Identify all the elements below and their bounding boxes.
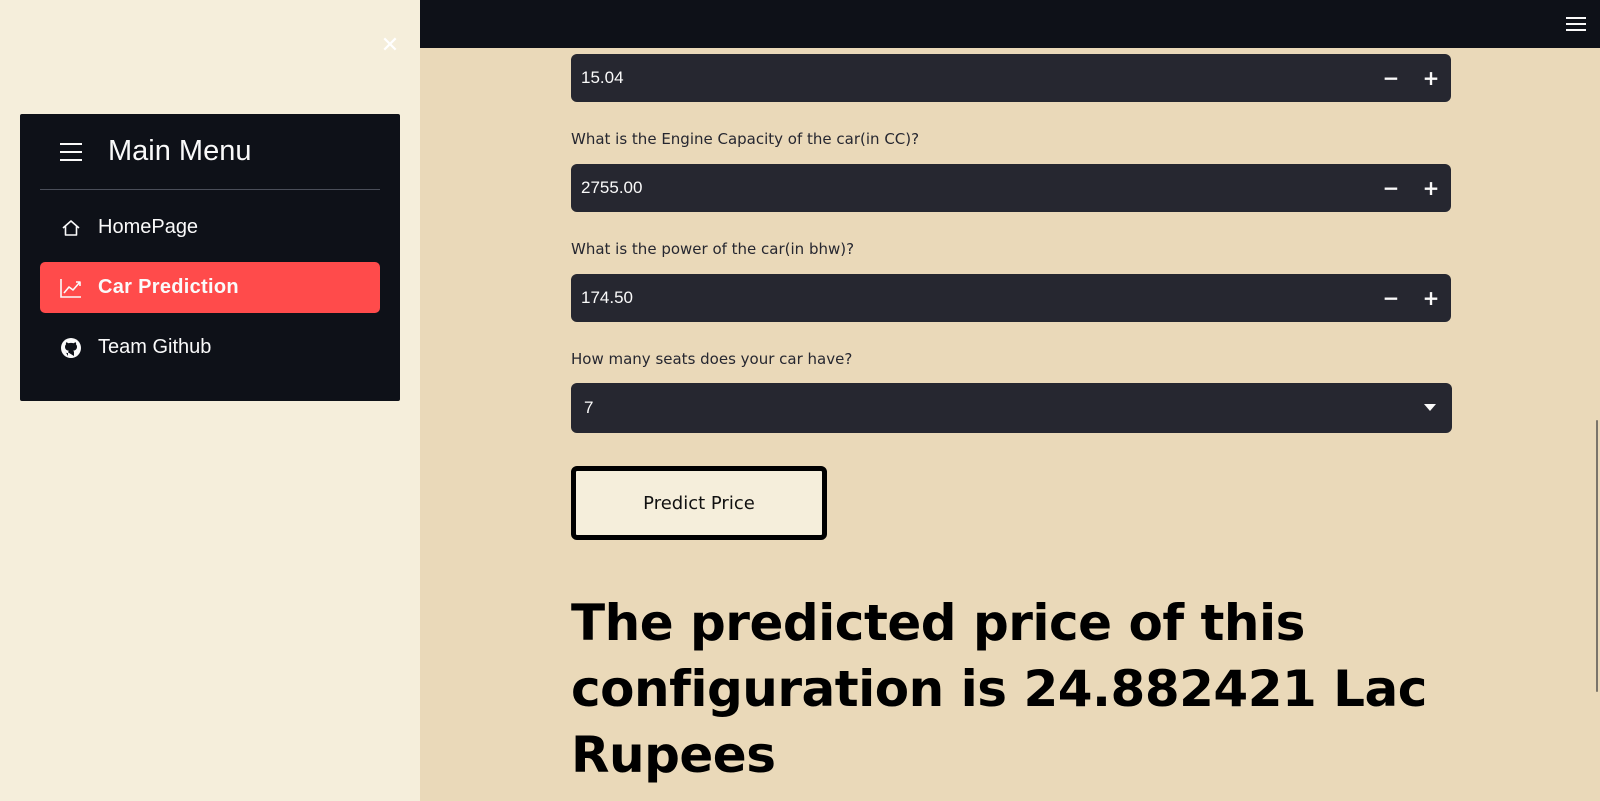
- power-label: What is the power of the car(in bhw)?: [571, 240, 855, 258]
- house-icon: [60, 217, 82, 239]
- mileage-input[interactable]: 15.04 − +: [571, 54, 1451, 102]
- chart-line-icon: [60, 277, 82, 299]
- main-content: 15.04 − + What is the Engine Capacity of…: [420, 48, 1600, 801]
- power-value[interactable]: 174.50: [581, 274, 633, 322]
- hamburger-icon: [60, 142, 82, 161]
- github-icon: [60, 337, 82, 359]
- chevron-down-icon: [1424, 404, 1436, 411]
- engine-label: What is the Engine Capacity of the car(i…: [571, 130, 920, 148]
- power-input[interactable]: 174.50 − +: [571, 274, 1451, 322]
- increment-button[interactable]: +: [1411, 274, 1451, 322]
- seats-select[interactable]: 7: [571, 383, 1452, 433]
- prediction-result: The predicted price of this configuratio…: [571, 594, 1427, 784]
- seats-value: 7: [584, 398, 594, 417]
- menu-item-label: HomePage: [98, 216, 199, 238]
- menu-title: Main Menu: [108, 135, 252, 167]
- sidebar: ✕ Main Menu HomePage Car Prediction Team…: [0, 0, 420, 801]
- decrement-button[interactable]: −: [1371, 274, 1411, 322]
- menu-item-label: Team Github: [98, 336, 212, 358]
- engine-capacity-value[interactable]: 2755.00: [581, 164, 642, 212]
- seats-label: How many seats does your car have?: [571, 350, 853, 368]
- increment-button[interactable]: +: [1411, 164, 1451, 212]
- menu-header: Main Menu: [40, 114, 380, 190]
- main-menu: Main Menu HomePage Car Prediction Team G…: [20, 114, 400, 401]
- menu-item-homepage[interactable]: HomePage: [40, 202, 380, 253]
- menu-item-car-prediction[interactable]: Car Prediction: [40, 262, 380, 313]
- mileage-value[interactable]: 15.04: [581, 54, 624, 102]
- predict-price-button[interactable]: Predict Price: [571, 466, 827, 540]
- decrement-button[interactable]: −: [1371, 164, 1411, 212]
- app-menu-icon[interactable]: [1566, 17, 1586, 33]
- menu-item-label: Car Prediction: [98, 276, 239, 298]
- close-sidebar-icon[interactable]: ✕: [380, 35, 400, 57]
- increment-button[interactable]: +: [1411, 54, 1451, 102]
- engine-capacity-input[interactable]: 2755.00 − +: [571, 164, 1451, 212]
- scrollbar[interactable]: [1596, 420, 1598, 692]
- decrement-button[interactable]: −: [1371, 54, 1411, 102]
- top-bar: [420, 0, 1600, 48]
- menu-item-team-github[interactable]: Team Github: [40, 322, 380, 373]
